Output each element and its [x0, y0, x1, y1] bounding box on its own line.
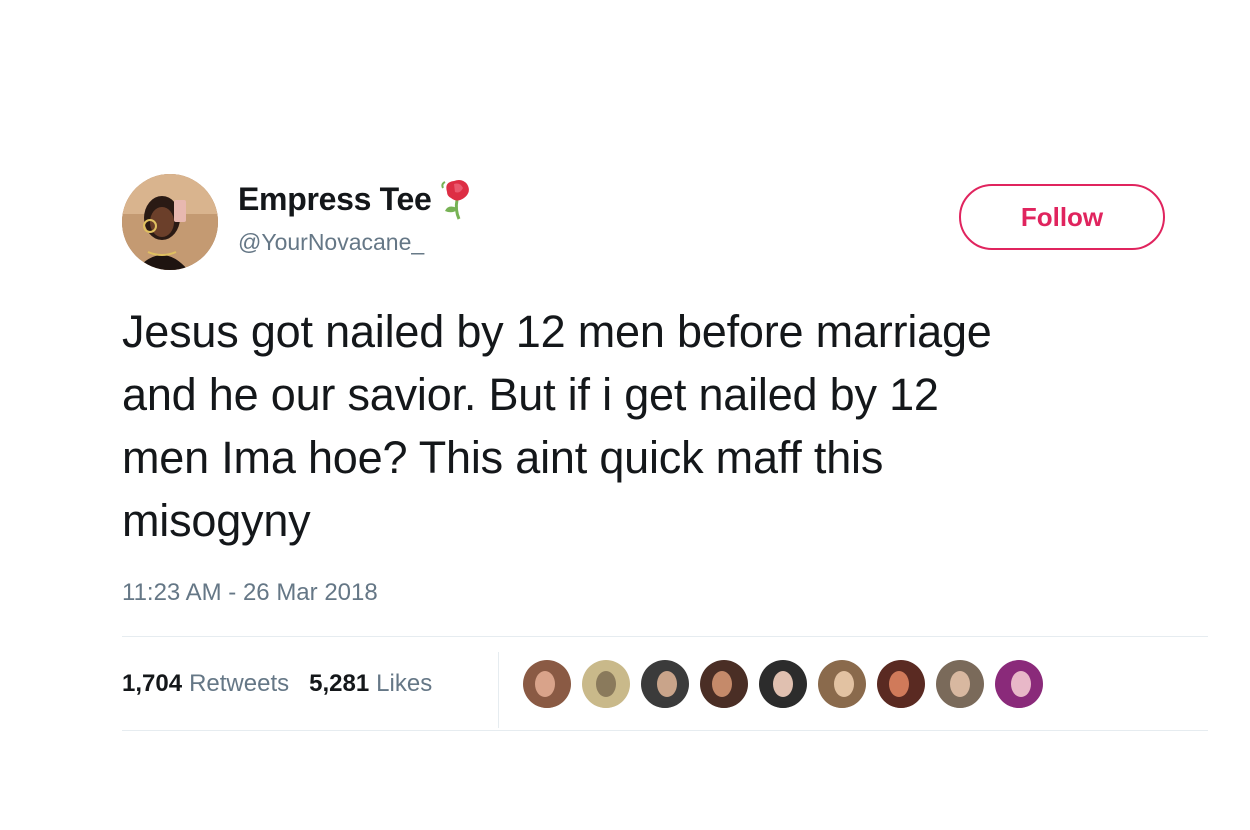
divider-top — [122, 636, 1208, 637]
author-handle[interactable]: @YourNovacane_ — [238, 228, 424, 256]
liker-avatar-2-image — [582, 660, 630, 708]
rose-icon — [440, 180, 469, 220]
liker-avatar-8[interactable] — [936, 660, 984, 708]
likes-stat[interactable]: 5,281 Likes — [309, 670, 432, 698]
tweet-text: Jesus got nailed by 12 men before marria… — [122, 306, 992, 546]
likes-count: 5,281 — [309, 670, 370, 697]
liker-avatar-1-image — [523, 660, 571, 708]
retweets-count: 1,704 — [122, 670, 183, 697]
tweet-card: Empress Tee @YourNovacane_ Follow Jesus … — [0, 0, 1250, 830]
liker-avatar-3-image — [641, 660, 689, 708]
liker-avatar-8-image — [936, 660, 984, 708]
liker-avatar-2[interactable] — [582, 660, 630, 708]
liker-avatar-5-image — [759, 660, 807, 708]
liker-avatar-6[interactable] — [818, 660, 866, 708]
tweet-timestamp[interactable]: 11:23 AM - 26 Mar 2018 — [122, 578, 378, 608]
author-display-name[interactable]: Empress Tee — [238, 180, 432, 218]
tweet-stats: 1,704 Retweets 5,281 Likes — [122, 668, 452, 700]
liker-avatar-1[interactable] — [523, 660, 571, 708]
liker-avatar-7-image — [877, 660, 925, 708]
retweets-label: Retweets — [189, 670, 290, 697]
liker-avatar-7[interactable] — [877, 660, 925, 708]
liker-avatars — [523, 657, 1054, 711]
retweets-stat[interactable]: 1,704 Retweets — [122, 670, 289, 698]
liker-avatar-3[interactable] — [641, 660, 689, 708]
author-avatar-image — [122, 174, 218, 270]
likes-label: Likes — [376, 670, 433, 697]
liker-avatar-6-image — [818, 660, 866, 708]
liker-avatar-5[interactable] — [759, 660, 807, 708]
liker-avatar-9-image — [995, 660, 1043, 708]
author-name-row: Empress Tee — [238, 178, 474, 220]
follow-button[interactable]: Follow — [959, 184, 1165, 250]
liker-avatar-4[interactable] — [700, 660, 748, 708]
stats-divider — [498, 652, 499, 728]
liker-avatar-4-image — [700, 660, 748, 708]
author-avatar[interactable] — [122, 174, 218, 270]
liker-avatar-9[interactable] — [995, 660, 1043, 708]
divider-bottom — [122, 730, 1208, 731]
